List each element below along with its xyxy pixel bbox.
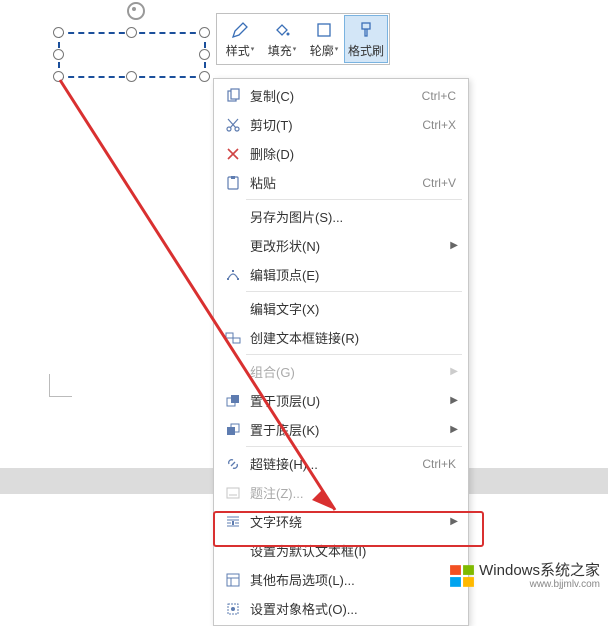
menu-label: 粘贴 (246, 173, 422, 192)
menu-label: 置于顶层(U) (246, 391, 450, 410)
windows-logo-icon (449, 563, 475, 589)
menu-bring-to-front[interactable]: 置于顶层(U) ▶ (214, 386, 468, 415)
format-painter-label: 格式刷 (348, 42, 384, 59)
menu-hyperlink[interactable]: 超链接(H)... Ctrl+K (214, 449, 468, 478)
menu-shortcut: Ctrl+C (422, 89, 460, 103)
menu-save-as-picture[interactable]: 另存为图片(S)... (214, 202, 468, 231)
menu-label: 复制(C) (246, 86, 422, 105)
floating-toolbar: 样式 ▾ 填充 ▾ 轮廓 ▾ 格式刷 (216, 13, 390, 65)
menu-label: 编辑顶点(E) (246, 265, 460, 284)
submenu-arrow-icon: ▶ (450, 366, 460, 377)
format-object-icon (220, 601, 246, 617)
menu-separator (246, 354, 462, 355)
bring-front-icon (220, 393, 246, 409)
menu-cut[interactable]: 剪切(T) Ctrl+X (214, 110, 468, 139)
menu-separator (246, 446, 462, 447)
context-menu: 复制(C) Ctrl+C 剪切(T) Ctrl+X 删除(D) 粘贴 Ctrl+… (213, 78, 469, 626)
watermark-title: Windows系统之家 (479, 563, 600, 580)
dropdown-arrow-icon: ▾ (251, 45, 255, 53)
delete-icon (220, 146, 246, 162)
menu-label: 设置为默认文本框(I) (246, 541, 460, 560)
resize-handle-ne[interactable] (199, 27, 210, 38)
send-back-icon (220, 422, 246, 438)
outline-icon (314, 20, 334, 40)
menu-text-wrapping[interactable]: 文字环绕 ▶ (214, 507, 468, 536)
bucket-icon (272, 20, 292, 40)
watermark-url: www.bjjmlv.com (479, 579, 600, 590)
menu-set-default-textbox[interactable]: 设置为默认文本框(I) (214, 536, 468, 565)
resize-handle-n[interactable] (126, 27, 137, 38)
submenu-arrow-icon: ▶ (450, 395, 460, 406)
menu-edit-points[interactable]: 编辑顶点(E) (214, 260, 468, 289)
menu-label: 置于底层(K) (246, 420, 450, 439)
menu-create-textbox-link[interactable]: 创建文本框链接(R) (214, 323, 468, 352)
menu-separator (246, 199, 462, 200)
menu-label: 题注(Z)... (246, 483, 460, 502)
style-label: 样式 (226, 42, 250, 59)
submenu-arrow-icon: ▶ (450, 424, 460, 435)
menu-change-shape[interactable]: 更改形状(N) ▶ (214, 231, 468, 260)
style-button[interactable]: 样式 ▾ (219, 16, 261, 62)
menu-label: 文字环绕 (246, 512, 450, 531)
submenu-arrow-icon: ▶ (450, 240, 460, 251)
edit-points-icon (220, 267, 246, 283)
paste-icon (220, 175, 246, 191)
copy-icon (220, 88, 246, 104)
menu-label: 剪切(T) (246, 115, 422, 134)
resize-handle-nw[interactable] (53, 27, 64, 38)
menu-label: 编辑文字(X) (246, 299, 460, 318)
page-corner-mark (49, 374, 72, 397)
menu-label: 另存为图片(S)... (246, 207, 460, 226)
resize-handle-se[interactable] (199, 71, 210, 82)
menu-shortcut: Ctrl+V (422, 176, 460, 190)
pencil-icon (230, 20, 250, 40)
fill-label: 填充 (268, 42, 292, 59)
menu-more-layout-options[interactable]: 其他布局选项(L)... (214, 565, 468, 594)
brush-icon (356, 20, 376, 40)
menu-label: 更改形状(N) (246, 236, 450, 255)
link-icon (220, 456, 246, 472)
scissors-icon (220, 117, 246, 133)
textbox-link-icon (220, 330, 246, 346)
resize-handle-sw[interactable] (53, 71, 64, 82)
dropdown-arrow-icon: ▾ (293, 45, 297, 53)
menu-delete[interactable]: 删除(D) (214, 139, 468, 168)
menu-label: 删除(D) (246, 144, 460, 163)
menu-label: 超链接(H)... (246, 454, 422, 473)
menu-format-object[interactable]: 设置对象格式(O)... (214, 594, 468, 623)
menu-copy[interactable]: 复制(C) Ctrl+C (214, 81, 468, 110)
wrap-icon (220, 514, 246, 530)
resize-handle-w[interactable] (53, 49, 64, 60)
watermark: Windows系统之家 www.bjjmlv.com (449, 563, 600, 591)
fill-button[interactable]: 填充 ▾ (261, 16, 303, 62)
layout-icon (220, 572, 246, 588)
menu-label: 组合(G) (246, 362, 450, 381)
menu-label: 其他布局选项(L)... (246, 570, 460, 589)
menu-send-to-back[interactable]: 置于底层(K) ▶ (214, 415, 468, 444)
menu-paste[interactable]: 粘贴 Ctrl+V (214, 168, 468, 197)
dropdown-arrow-icon: ▾ (335, 45, 339, 53)
submenu-arrow-icon: ▶ (450, 516, 460, 527)
menu-group: 组合(G) ▶ (214, 357, 468, 386)
menu-shortcut: Ctrl+X (422, 118, 460, 132)
outline-label: 轮廓 (310, 42, 334, 59)
resize-handle-e[interactable] (199, 49, 210, 60)
menu-caption: 题注(Z)... (214, 478, 468, 507)
menu-separator (246, 291, 462, 292)
rotation-handle[interactable] (127, 2, 145, 20)
resize-handle-s[interactable] (126, 71, 137, 82)
format-painter-button[interactable]: 格式刷 (344, 15, 388, 63)
menu-label: 创建文本框链接(R) (246, 328, 460, 347)
menu-shortcut: Ctrl+K (422, 457, 460, 471)
outline-button[interactable]: 轮廓 ▾ (303, 16, 345, 62)
menu-edit-text[interactable]: 编辑文字(X) (214, 294, 468, 323)
caption-icon (220, 485, 246, 501)
